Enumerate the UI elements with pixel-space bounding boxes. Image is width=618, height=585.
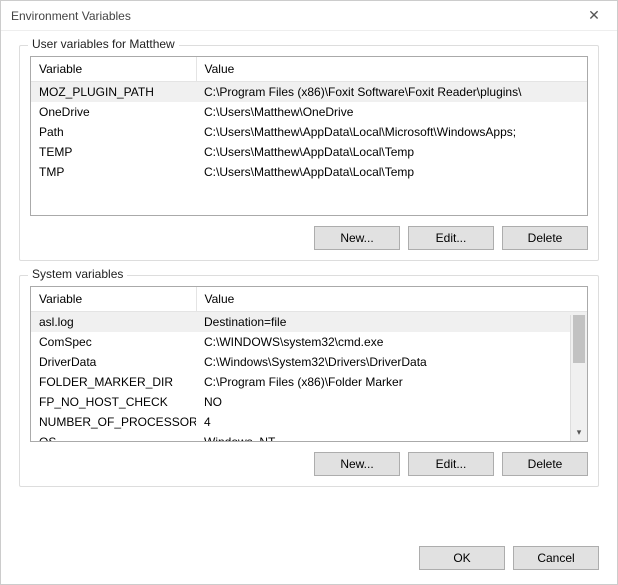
table-row[interactable]: ComSpec C:\WINDOWS\system32\cmd.exe <box>31 332 587 352</box>
var-name: TMP <box>31 162 196 182</box>
env-vars-window: Environment Variables ✕ User variables f… <box>0 0 618 585</box>
var-value: C:\Users\Matthew\OneDrive <box>196 102 587 122</box>
close-icon: ✕ <box>588 7 600 24</box>
scroll-thumb[interactable] <box>573 315 585 363</box>
user-group-label: User variables for Matthew <box>28 37 179 51</box>
column-header-value[interactable]: Value <box>196 287 587 312</box>
var-value: C:\Program Files (x86)\Foxit Software\Fo… <box>196 82 587 103</box>
var-name: Path <box>31 122 196 142</box>
var-name: NUMBER_OF_PROCESSORS <box>31 412 196 432</box>
table-header-row: Variable Value <box>31 287 587 312</box>
var-value: Destination=file <box>196 312 587 333</box>
table-row[interactable]: NUMBER_OF_PROCESSORS 4 <box>31 412 587 432</box>
close-button[interactable]: ✕ <box>571 1 617 31</box>
user-new-button[interactable]: New... <box>314 226 400 250</box>
table-row[interactable]: DriverData C:\Windows\System32\Drivers\D… <box>31 352 587 372</box>
system-scrollbar[interactable]: ▾ <box>570 315 587 441</box>
var-name: TEMP <box>31 142 196 162</box>
var-name: asl.log <box>31 312 196 333</box>
var-name: DriverData <box>31 352 196 372</box>
var-value: Windows_NT <box>196 432 587 442</box>
table-row[interactable]: MOZ_PLUGIN_PATH C:\Program Files (x86)\F… <box>31 82 587 103</box>
dialog-footer: OK Cancel <box>1 540 617 584</box>
var-name: OneDrive <box>31 102 196 122</box>
user-variables-table[interactable]: Variable Value MOZ_PLUGIN_PATH C:\Progra… <box>30 56 588 216</box>
window-title: Environment Variables <box>11 9 131 23</box>
table-row[interactable]: asl.log Destination=file <box>31 312 587 333</box>
table-row[interactable]: TMP C:\Users\Matthew\AppData\Local\Temp <box>31 162 587 182</box>
var-value: C:\WINDOWS\system32\cmd.exe <box>196 332 587 352</box>
table-row[interactable]: OneDrive C:\Users\Matthew\OneDrive <box>31 102 587 122</box>
system-buttons-row: New... Edit... Delete <box>30 452 588 476</box>
column-header-value[interactable]: Value <box>196 57 587 82</box>
system-group-label: System variables <box>28 267 127 281</box>
content-area: User variables for Matthew Variable Valu… <box>1 31 617 540</box>
system-delete-button[interactable]: Delete <box>502 452 588 476</box>
table-row[interactable]: FOLDER_MARKER_DIR C:\Program Files (x86)… <box>31 372 587 392</box>
ok-button[interactable]: OK <box>419 546 505 570</box>
system-variables-group: System variables Variable Value asl.log … <box>19 275 599 487</box>
var-value: C:\Program Files (x86)\Folder Marker <box>196 372 587 392</box>
var-value: C:\Windows\System32\Drivers\DriverData <box>196 352 587 372</box>
var-name: FP_NO_HOST_CHECK <box>31 392 196 412</box>
var-value: NO <box>196 392 587 412</box>
user-delete-button[interactable]: Delete <box>502 226 588 250</box>
system-new-button[interactable]: New... <box>314 452 400 476</box>
scroll-down-icon[interactable]: ▾ <box>571 424 587 441</box>
user-edit-button[interactable]: Edit... <box>408 226 494 250</box>
var-value: 4 <box>196 412 587 432</box>
table-row[interactable]: Path C:\Users\Matthew\AppData\Local\Micr… <box>31 122 587 142</box>
column-header-variable[interactable]: Variable <box>31 57 196 82</box>
var-name: ComSpec <box>31 332 196 352</box>
table-row[interactable]: FP_NO_HOST_CHECK NO <box>31 392 587 412</box>
var-value: C:\Users\Matthew\AppData\Local\Temp <box>196 142 587 162</box>
column-header-variable[interactable]: Variable <box>31 287 196 312</box>
user-buttons-row: New... Edit... Delete <box>30 226 588 250</box>
var-name: MOZ_PLUGIN_PATH <box>31 82 196 103</box>
var-value: C:\Users\Matthew\AppData\Local\Microsoft… <box>196 122 587 142</box>
var-value: C:\Users\Matthew\AppData\Local\Temp <box>196 162 587 182</box>
cancel-button[interactable]: Cancel <box>513 546 599 570</box>
var-name: FOLDER_MARKER_DIR <box>31 372 196 392</box>
table-row[interactable]: OS Windows_NT <box>31 432 587 442</box>
table-row[interactable]: TEMP C:\Users\Matthew\AppData\Local\Temp <box>31 142 587 162</box>
system-variables-table[interactable]: Variable Value asl.log Destination=file … <box>30 286 588 442</box>
titlebar: Environment Variables ✕ <box>1 1 617 31</box>
table-header-row: Variable Value <box>31 57 587 82</box>
var-name: OS <box>31 432 196 442</box>
user-variables-group: User variables for Matthew Variable Valu… <box>19 45 599 261</box>
system-edit-button[interactable]: Edit... <box>408 452 494 476</box>
